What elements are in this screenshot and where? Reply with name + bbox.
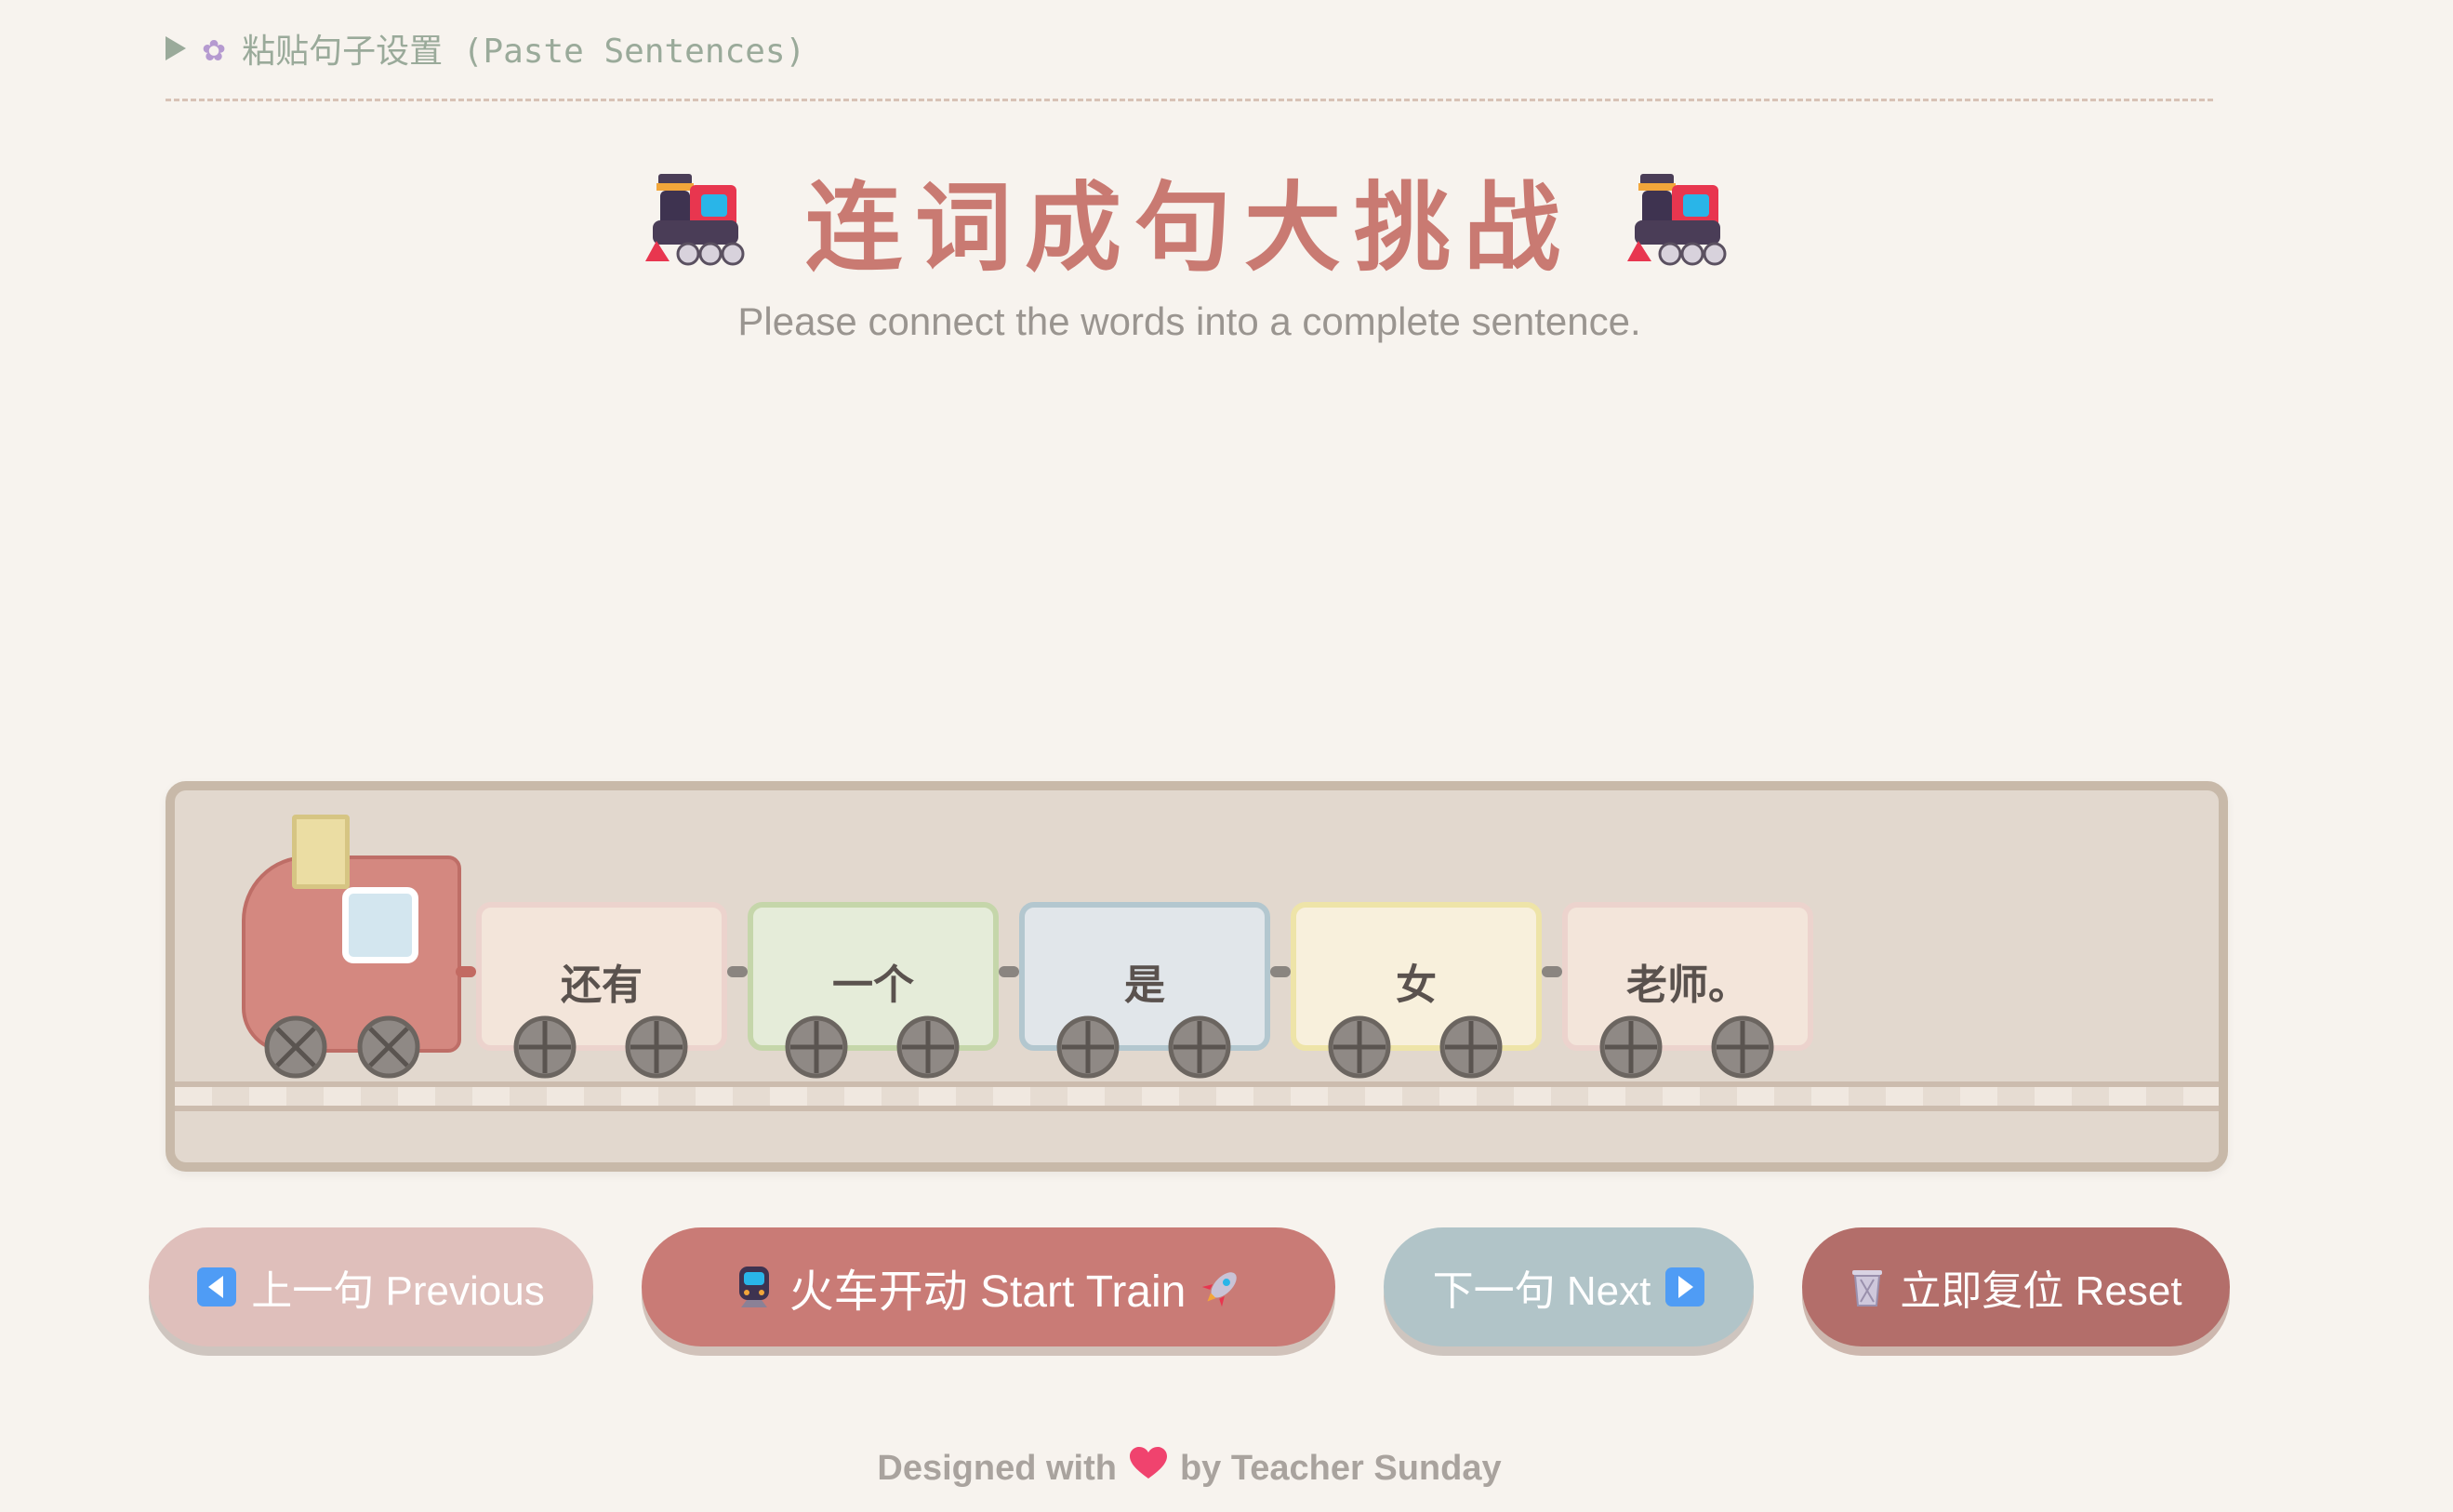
gear-icon: ✿ xyxy=(203,27,226,70)
wagon-word: 是 xyxy=(1124,962,1165,1008)
wagon-word: 还有 xyxy=(561,962,643,1008)
next-button[interactable]: 下一句 Next xyxy=(1384,1227,1754,1346)
rocket-icon xyxy=(1200,1266,1243,1308)
coupling xyxy=(1270,966,1291,977)
footer-suffix: by Teacher Sunday xyxy=(1179,1448,1502,1488)
start-train-label: 火车开动 Start Train xyxy=(789,1267,1187,1317)
wagon-wheel-icon xyxy=(1168,1015,1231,1079)
coupling xyxy=(999,966,1019,977)
engine-chimney xyxy=(292,815,350,889)
train-front-icon xyxy=(734,1265,775,1309)
wagon-wheel-icon xyxy=(1711,1015,1774,1079)
engine-window xyxy=(342,887,418,963)
wagon-wheel-icon xyxy=(1439,1015,1503,1079)
coupling xyxy=(456,966,476,977)
reset-button[interactable]: 立即复位 Reset xyxy=(1802,1227,2230,1346)
wagon-wheel-icon xyxy=(785,1015,848,1079)
footer-prefix: Designed with xyxy=(877,1448,1117,1488)
wagon-wheel-icon xyxy=(1056,1015,1120,1079)
paste-settings-toggle[interactable]: ✿ 粘贴句子设置 (Paste Sentences) xyxy=(166,22,805,74)
coupling xyxy=(727,966,748,977)
locomotive-icon xyxy=(644,168,751,271)
paste-settings-label: 粘贴句子设置 (Paste Sentences) xyxy=(242,33,806,71)
wagon-wheel-icon xyxy=(625,1015,688,1079)
wagon-wheel-icon xyxy=(513,1015,577,1079)
wagon-word: 一个 xyxy=(832,962,914,1008)
wagon-wheel-icon xyxy=(896,1015,960,1079)
coupling xyxy=(1542,966,1562,977)
footer: Designed with by Teacher Sunday xyxy=(0,1447,2379,1490)
previous-button[interactable]: 上一句 Previous xyxy=(149,1227,593,1346)
start-train-button[interactable]: 火车开动 Start Train xyxy=(642,1227,1335,1346)
previous-label: 上一句 Previous xyxy=(251,1268,545,1314)
engine-wheel-icon xyxy=(357,1015,420,1079)
next-label: 下一句 Next xyxy=(1432,1268,1651,1314)
trash-icon xyxy=(1850,1267,1885,1307)
wagon-wheel-icon xyxy=(1599,1015,1663,1079)
locomotive-icon xyxy=(1627,168,1733,271)
rail-sleepers xyxy=(175,1087,2219,1106)
engine-wheel-icon xyxy=(264,1015,327,1079)
wagon-wheel-icon xyxy=(1328,1015,1391,1079)
title-row: 连词成句大挑战 xyxy=(0,149,2379,289)
page-title: 连词成句大挑战 xyxy=(804,170,1573,285)
wagon-word: 女 xyxy=(1396,962,1437,1008)
heart-icon xyxy=(1129,1447,1167,1490)
rail xyxy=(175,1106,2219,1111)
divider xyxy=(166,99,2213,101)
right-arrow-icon xyxy=(1665,1267,1705,1306)
train-track: 还有 一个 是 女 老师。 xyxy=(166,781,2228,1172)
caret-right-icon xyxy=(166,36,186,60)
wagon-word: 老师。 xyxy=(1626,962,1749,1008)
reset-label: 立即复位 Reset xyxy=(1900,1268,2182,1314)
page-subtitle: Please connect the words into a complete… xyxy=(737,299,1641,343)
left-arrow-icon xyxy=(197,1267,237,1306)
